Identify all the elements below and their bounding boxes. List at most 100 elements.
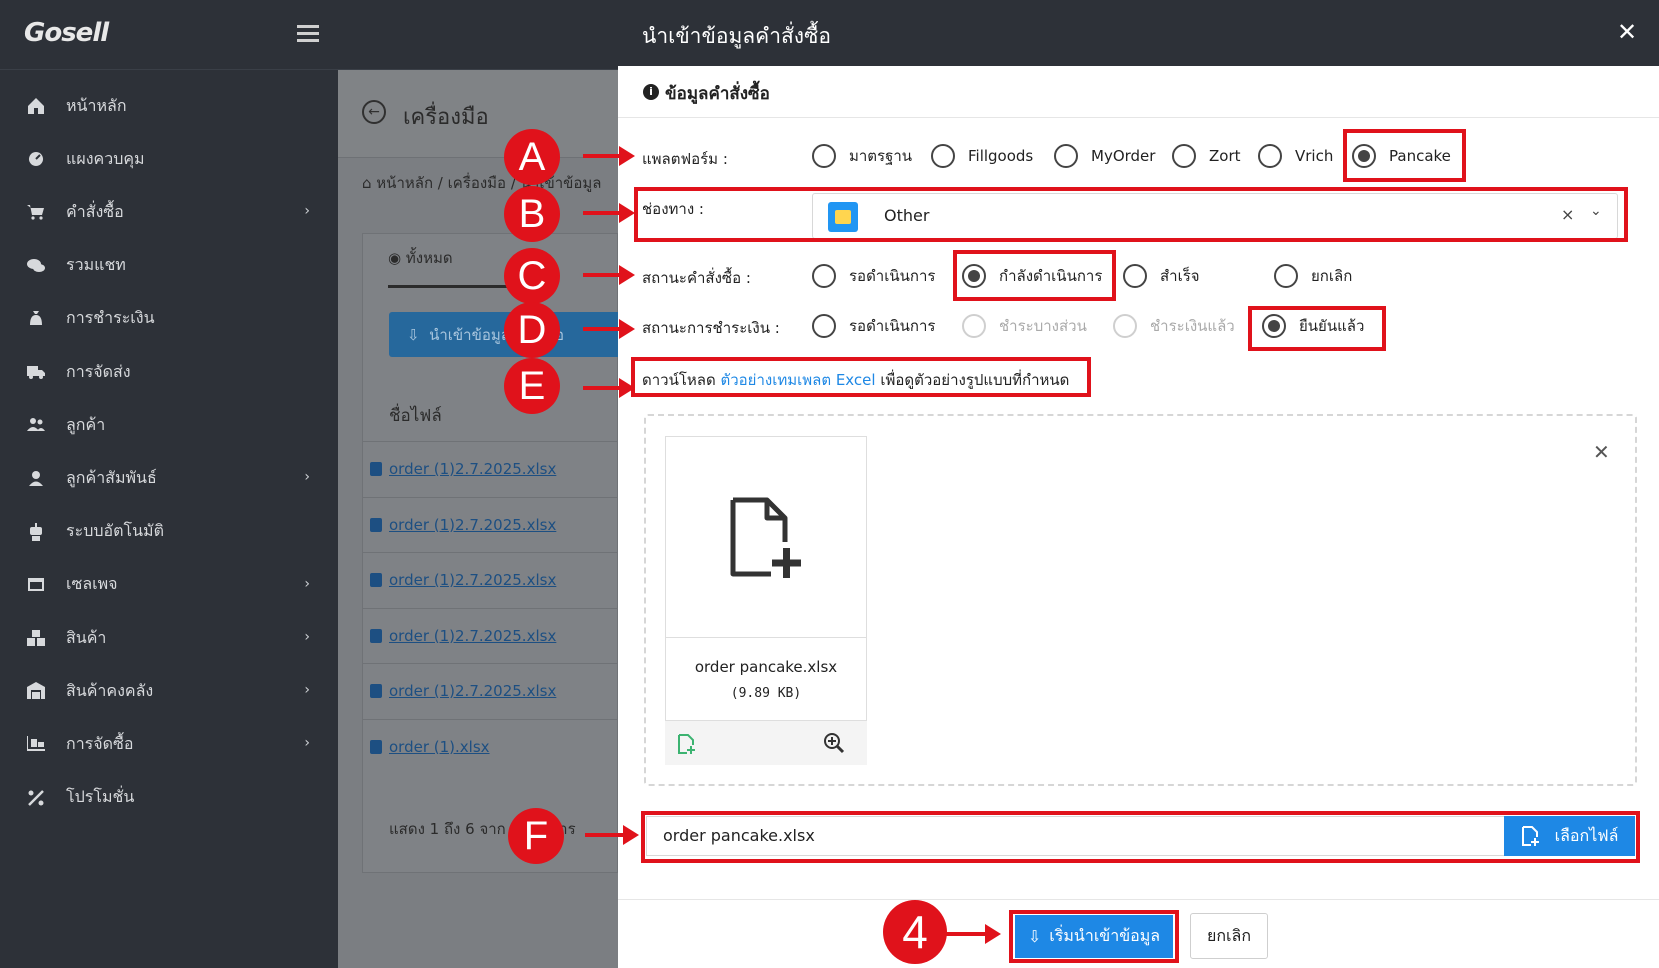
back-arrow-icon[interactable]: ← [362, 100, 386, 124]
radio-label: รอดำเนินการ [849, 317, 936, 335]
sidebar-item-12[interactable]: สินค้าคงคลัง › [0, 663, 338, 719]
platform-option-1[interactable]: มาตรฐาน [812, 144, 912, 168]
zoom-in-icon[interactable] [823, 732, 845, 754]
sidebar-item-3[interactable]: คำสั่งซื้อ › [0, 184, 338, 240]
info-icon: i [643, 84, 659, 100]
payment-status-option-3[interactable]: ชำระเงินแล้ว [1113, 314, 1235, 338]
boxes-icon [24, 628, 48, 648]
breadcrumb: ⌂ หน้าหลัก / เครื่องมือ / นำเข้าข้อมูล [362, 171, 618, 195]
truck-icon [24, 362, 48, 382]
highlight-order-status [953, 250, 1116, 301]
annotation-badge-step-4: 4 [883, 900, 947, 964]
file-download-icon[interactable] [370, 739, 382, 754]
radio-label: สำเร็จ [1160, 267, 1200, 285]
file-preview-actions [665, 720, 867, 765]
sidebar-item-9[interactable]: ระบบอัตโนมัติ [0, 504, 338, 560]
radio-button[interactable] [1258, 144, 1282, 168]
sidebar-item-6[interactable]: การจัดส่ง [0, 344, 338, 400]
remove-file-icon[interactable]: ✕ [1593, 440, 1610, 464]
file-link[interactable]: order (1)2.7.2025.xlsx [389, 460, 556, 478]
radio-label: ชำระเงินแล้ว [1150, 317, 1235, 335]
platform-option-5[interactable]: Vrich [1258, 144, 1333, 168]
sidebar-item-label: ลูกค้า [66, 414, 106, 434]
order-status-option-4[interactable]: ยกเลิก [1274, 264, 1352, 288]
radio-button[interactable] [1113, 314, 1137, 338]
payment-status-option-2[interactable]: ชำระบางส่วน [962, 314, 1087, 338]
sidebar-item-5[interactable]: การชำระเงิน [0, 291, 338, 347]
radio-button[interactable] [1123, 264, 1147, 288]
radio-button[interactable] [1274, 264, 1298, 288]
file-upload-icon[interactable] [677, 733, 697, 755]
tab-all-label: ทั้งหมด [405, 249, 453, 267]
file-row: order (1)2.7.2025.xlsx [362, 663, 618, 719]
hamburger-menu-icon[interactable] [297, 25, 319, 43]
file-download-icon[interactable] [370, 684, 382, 698]
modal-section-header [618, 66, 1659, 118]
sidebar-item-label: ลูกค้าสัมพันธ์ [66, 467, 157, 487]
payment-status-label: สถานะการชำระเงิน : [642, 319, 780, 337]
radio-button[interactable] [812, 144, 836, 168]
window-icon [24, 575, 48, 595]
file-link[interactable]: order (1).xlsx [389, 738, 490, 756]
order-status-option-1[interactable]: รอดำเนินการ [812, 264, 935, 288]
file-download-icon[interactable] [370, 573, 382, 587]
highlight-file-input [641, 811, 1640, 863]
radio-button[interactable] [1172, 144, 1196, 168]
sidebar-item-4[interactable]: รวมแชท [0, 238, 338, 294]
money-bag-icon [24, 309, 48, 329]
file-download-icon[interactable] [370, 517, 382, 532]
file-preview-thumbnail [665, 436, 867, 638]
sidebar-item-1[interactable]: หน้าหลัก [0, 78, 338, 134]
home-icon: ⌂ [362, 174, 377, 192]
file-link[interactable]: order (1)2.7.2025.xlsx [389, 571, 556, 589]
file-download-icon[interactable] [370, 628, 382, 643]
file-row: order (1).xlsx [362, 718, 618, 775]
sidebar-item-2[interactable]: แผงควบคุม [0, 131, 338, 187]
platform-option-2[interactable]: Fillgoods [931, 144, 1033, 168]
close-icon[interactable]: ✕ [1617, 18, 1637, 46]
radio-label: Zort [1209, 147, 1241, 165]
dolly-icon [24, 734, 48, 754]
sidebar-item-13[interactable]: การจัดซื้อ › [0, 716, 338, 772]
sidebar-item-7[interactable]: ลูกค้า [0, 397, 338, 453]
annotation-badge-b: B [504, 186, 560, 242]
chevron-right-icon: › [304, 629, 310, 645]
sidebar-item-10[interactable]: เซลเพจ › [0, 557, 338, 613]
annotation-badge-d: D [504, 302, 560, 358]
file-link[interactable]: order (1)2.7.2025.xlsx [389, 627, 556, 645]
radio-label: มาตรฐาน [849, 147, 913, 165]
radio-button[interactable] [812, 314, 836, 338]
radio-button[interactable] [931, 144, 955, 168]
sidebar-item-label: การชำระเงิน [66, 308, 155, 328]
file-download-icon[interactable] [370, 462, 382, 476]
sidebar-item-label: เซลเพจ [66, 574, 118, 594]
highlight-channel [634, 187, 1628, 242]
cancel-button[interactable]: ยกเลิก [1190, 913, 1268, 959]
radio-button[interactable] [1054, 144, 1078, 168]
radio-button[interactable] [812, 264, 836, 288]
file-row: order (1)2.7.2025.xlsx [362, 552, 618, 608]
radio-label: MyOrder [1091, 147, 1156, 165]
file-link[interactable]: order (1)2.7.2025.xlsx [389, 516, 556, 534]
sidebar-item-label: แผงควบคุม [66, 148, 145, 168]
sidebar-item-8[interactable]: ลูกค้าสัมพันธ์ › [0, 450, 338, 506]
logo[interactable]: Gosell [24, 18, 109, 48]
sidebar-item-label: โปรโมชั่น [66, 787, 135, 807]
annotation-badge-e: E [504, 358, 560, 414]
radio-label: ยกเลิก [1311, 267, 1353, 285]
sidebar-item-11[interactable]: สินค้า › [0, 610, 338, 666]
radio-button[interactable] [962, 314, 986, 338]
highlight-platform [1343, 129, 1466, 182]
order-status-option-3[interactable]: สำเร็จ [1123, 264, 1200, 288]
sidebar-item-label: การจัดส่ง [66, 361, 131, 381]
chevron-right-icon: › [304, 203, 310, 220]
platform-option-4[interactable]: Zort [1172, 144, 1241, 168]
payment-status-option-1[interactable]: รอดำเนินการ [812, 314, 935, 338]
file-link[interactable]: order (1)2.7.2025.xlsx [389, 682, 556, 700]
dashboard-icon [24, 149, 48, 169]
headset-icon [24, 468, 48, 488]
tab-all[interactable]: ◉ ทั้งหมด [388, 246, 453, 270]
sidebar-item-14[interactable]: โปรโมชั่น [0, 770, 338, 826]
platform-option-3[interactable]: MyOrder [1054, 144, 1155, 168]
breadcrumb-text[interactable]: หน้าหลัก / เครื่องมือ / นำเข้าข้อมูล [376, 174, 601, 192]
